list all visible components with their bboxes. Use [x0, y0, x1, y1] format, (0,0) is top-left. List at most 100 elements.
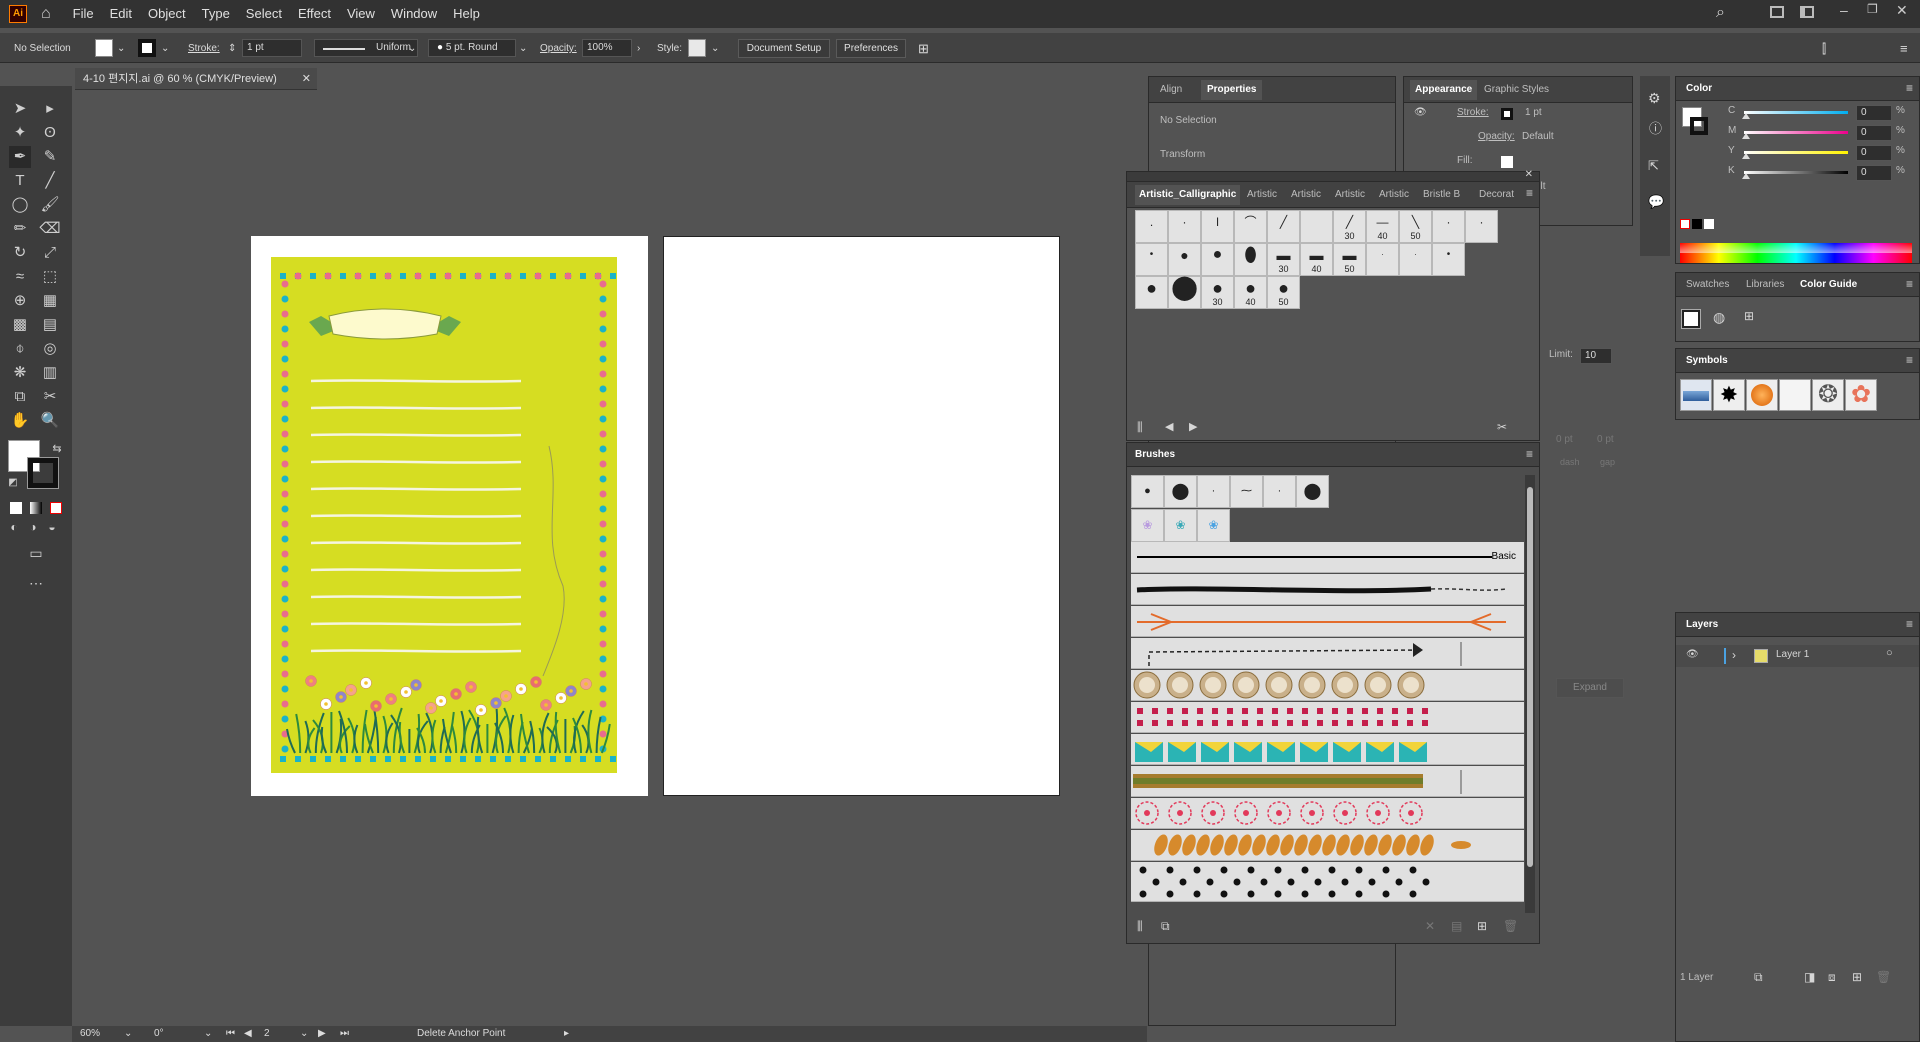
slice-tool-icon[interactable]: ✂: [39, 386, 61, 408]
calligraphic-brush-swatch[interactable]: ▬ 40: [1300, 243, 1333, 276]
prev-library-icon[interactable]: ◀: [1165, 420, 1173, 433]
zoom-level[interactable]: 60%: [80, 1026, 100, 1042]
close-tab-icon[interactable]: ✕: [302, 68, 311, 90]
home-icon[interactable]: ⌂: [41, 5, 51, 23]
panel-menu-icon[interactable]: ≡: [1906, 277, 1913, 291]
prev-artboard-icon[interactable]: ◀: [244, 1026, 252, 1042]
calligraphic-brush-swatch[interactable]: — 40: [1366, 210, 1399, 243]
tab-libraries[interactable]: Libraries: [1746, 275, 1784, 295]
eraser-tool-icon[interactable]: ⌫: [39, 218, 61, 240]
chevron-down-icon[interactable]: ⌄: [519, 40, 527, 58]
brush-thumbnail[interactable]: ⁓: [1230, 475, 1263, 508]
first-artboard-icon[interactable]: ⏮: [226, 1026, 235, 1042]
scale-tool-icon[interactable]: ⤢: [39, 242, 61, 264]
symbol-wreath[interactable]: ❂: [1812, 379, 1844, 411]
miter-limit-input[interactable]: 10: [1580, 348, 1612, 364]
style-swatch[interactable]: [688, 39, 706, 57]
color-spectrum[interactable]: [1680, 243, 1912, 263]
menu-type[interactable]: Type: [194, 0, 238, 28]
calligraphic-brush-swatch[interactable]: ·: [1432, 210, 1465, 243]
chevron-down-icon[interactable]: ⌄: [161, 40, 169, 58]
panel-menu-icon[interactable]: ≡: [1526, 186, 1533, 200]
channel-value-input[interactable]: 0: [1856, 105, 1892, 121]
libraries-panel-icon[interactable]: ⧉: [1161, 919, 1170, 934]
gradient-mode-icon[interactable]: [30, 502, 42, 514]
black-swatch[interactable]: [1692, 219, 1702, 229]
remove-stroke-icon[interactable]: ✕: [1425, 919, 1435, 933]
library-tab-0[interactable]: Artistic_Calligraphic: [1135, 185, 1241, 205]
calligraphic-brush-swatch[interactable]: ·: [1366, 243, 1399, 276]
brush-olive-border[interactable]: [1131, 766, 1524, 797]
locate-object-icon[interactable]: ⧉: [1754, 970, 1763, 985]
chevron-right-icon[interactable]: ›: [637, 40, 640, 58]
menu-select[interactable]: Select: [238, 0, 290, 28]
calligraphic-brush-swatch[interactable]: ● 40: [1234, 276, 1267, 309]
menu-window[interactable]: Window: [383, 0, 445, 28]
library-tab-6[interactable]: Decorat: [1479, 185, 1514, 205]
artboard-number[interactable]: 2: [264, 1026, 270, 1042]
chevron-down-icon[interactable]: ⌄: [124, 1026, 132, 1042]
brush-gold-circles[interactable]: [1131, 670, 1524, 701]
color-stroke-box[interactable]: [1690, 117, 1708, 135]
pen-tool-icon[interactable]: ✎: [39, 146, 61, 168]
channel-slider[interactable]: [1744, 151, 1848, 154]
none-mode-icon[interactable]: [50, 502, 62, 514]
comment-icon[interactable]: 💬: [1648, 194, 1664, 210]
brush-basic[interactable]: Basic: [1131, 542, 1524, 573]
eyedropper-tool-icon[interactable]: ⌽: [9, 338, 31, 360]
channel-slider[interactable]: [1744, 131, 1848, 134]
library-tab-1[interactable]: Artistic: [1247, 185, 1277, 205]
calligraphic-brush-swatch[interactable]: •: [1135, 243, 1168, 276]
white-swatch[interactable]: [1704, 219, 1714, 229]
calligraphic-brush-swatch[interactable]: •: [1432, 243, 1465, 276]
restore-icon[interactable]: ❐: [1867, 2, 1878, 16]
swap-colors-icon[interactable]: ⇆: [46, 438, 68, 460]
last-artboard-icon[interactable]: ⏭: [340, 1026, 349, 1042]
appearance-stroke-label[interactable]: Stroke:: [1457, 103, 1489, 123]
menu-object[interactable]: Object: [140, 0, 194, 28]
menu-edit[interactable]: Edit: [102, 0, 140, 28]
opacity-input[interactable]: 100%: [582, 39, 632, 57]
canvas[interactable]: [73, 91, 1148, 1026]
color-mode-icon[interactable]: [10, 502, 22, 514]
chevron-down-icon[interactable]: ⌄: [711, 40, 719, 58]
none-swatch[interactable]: [1680, 219, 1690, 229]
document-tab[interactable]: 4-10 편지지.ai @ 60 % (CMYK/Preview) ✕: [75, 68, 317, 90]
new-layer-icon[interactable]: ⊞: [1852, 970, 1862, 984]
delete-brush-icon[interactable]: 🗑: [1503, 919, 1518, 933]
make-clipping-mask-icon[interactable]: ◨: [1804, 970, 1815, 984]
pencil-tool-icon[interactable]: ✏: [9, 218, 31, 240]
menu-help[interactable]: Help: [445, 0, 488, 28]
calligraphic-brush-swatch[interactable]: ● 50: [1267, 276, 1300, 309]
calligraphic-brush-swatch[interactable]: ▬ 30: [1267, 243, 1300, 276]
next-artboard-icon[interactable]: ▶: [318, 1026, 326, 1042]
panel-menu-icon[interactable]: ≡: [1900, 40, 1908, 58]
paintbrush-tool-icon[interactable]: 🖌: [39, 194, 61, 216]
rotate-tool-icon[interactable]: ↻: [9, 242, 31, 264]
tab-graphic-styles[interactable]: Graphic Styles: [1484, 80, 1549, 100]
calligraphic-brush-swatch[interactable]: ●: [1135, 276, 1168, 309]
direct-selection-tool-icon[interactable]: ▸: [39, 98, 61, 120]
artboard-1[interactable]: [251, 236, 648, 796]
workspace-icon[interactable]: [1770, 6, 1784, 18]
free-transform-tool-icon[interactable]: ⬚: [39, 266, 61, 288]
symbol-sprayer-tool-icon[interactable]: ❋: [9, 362, 31, 384]
blend-tool-icon[interactable]: ◎: [39, 338, 61, 360]
stepper-icon[interactable]: ⇕: [228, 40, 236, 58]
brush-arrow-orange[interactable]: [1131, 606, 1524, 637]
info-icon[interactable]: ⓘ: [1649, 118, 1662, 137]
preferences-button[interactable]: Preferences: [836, 39, 906, 58]
align-icon[interactable]: ⫿: [1822, 40, 1826, 58]
more-tools-icon[interactable]: ⋯: [25, 572, 47, 594]
arrange-documents-icon[interactable]: ⊞: [918, 40, 929, 58]
brush-library-menu-icon[interactable]: ⫼: [1137, 919, 1143, 934]
arrange-icon[interactable]: [1800, 6, 1814, 18]
magic-wand-tool-icon[interactable]: ✦: [9, 122, 31, 144]
stroke-weight-input[interactable]: 1 pt: [242, 39, 302, 57]
calligraphic-brush-swatch[interactable]: ╱ 30: [1333, 210, 1366, 243]
shape-builder-tool-icon[interactable]: ⊕: [9, 290, 31, 312]
base-color-swatch[interactable]: [1681, 309, 1701, 329]
blob-brush-tool-icon[interactable]: ✒: [9, 146, 31, 168]
calligraphic-brush-swatch[interactable]: ▬ 50: [1333, 243, 1366, 276]
calligraphic-brush-swatch[interactable]: ǀ: [1201, 210, 1234, 243]
